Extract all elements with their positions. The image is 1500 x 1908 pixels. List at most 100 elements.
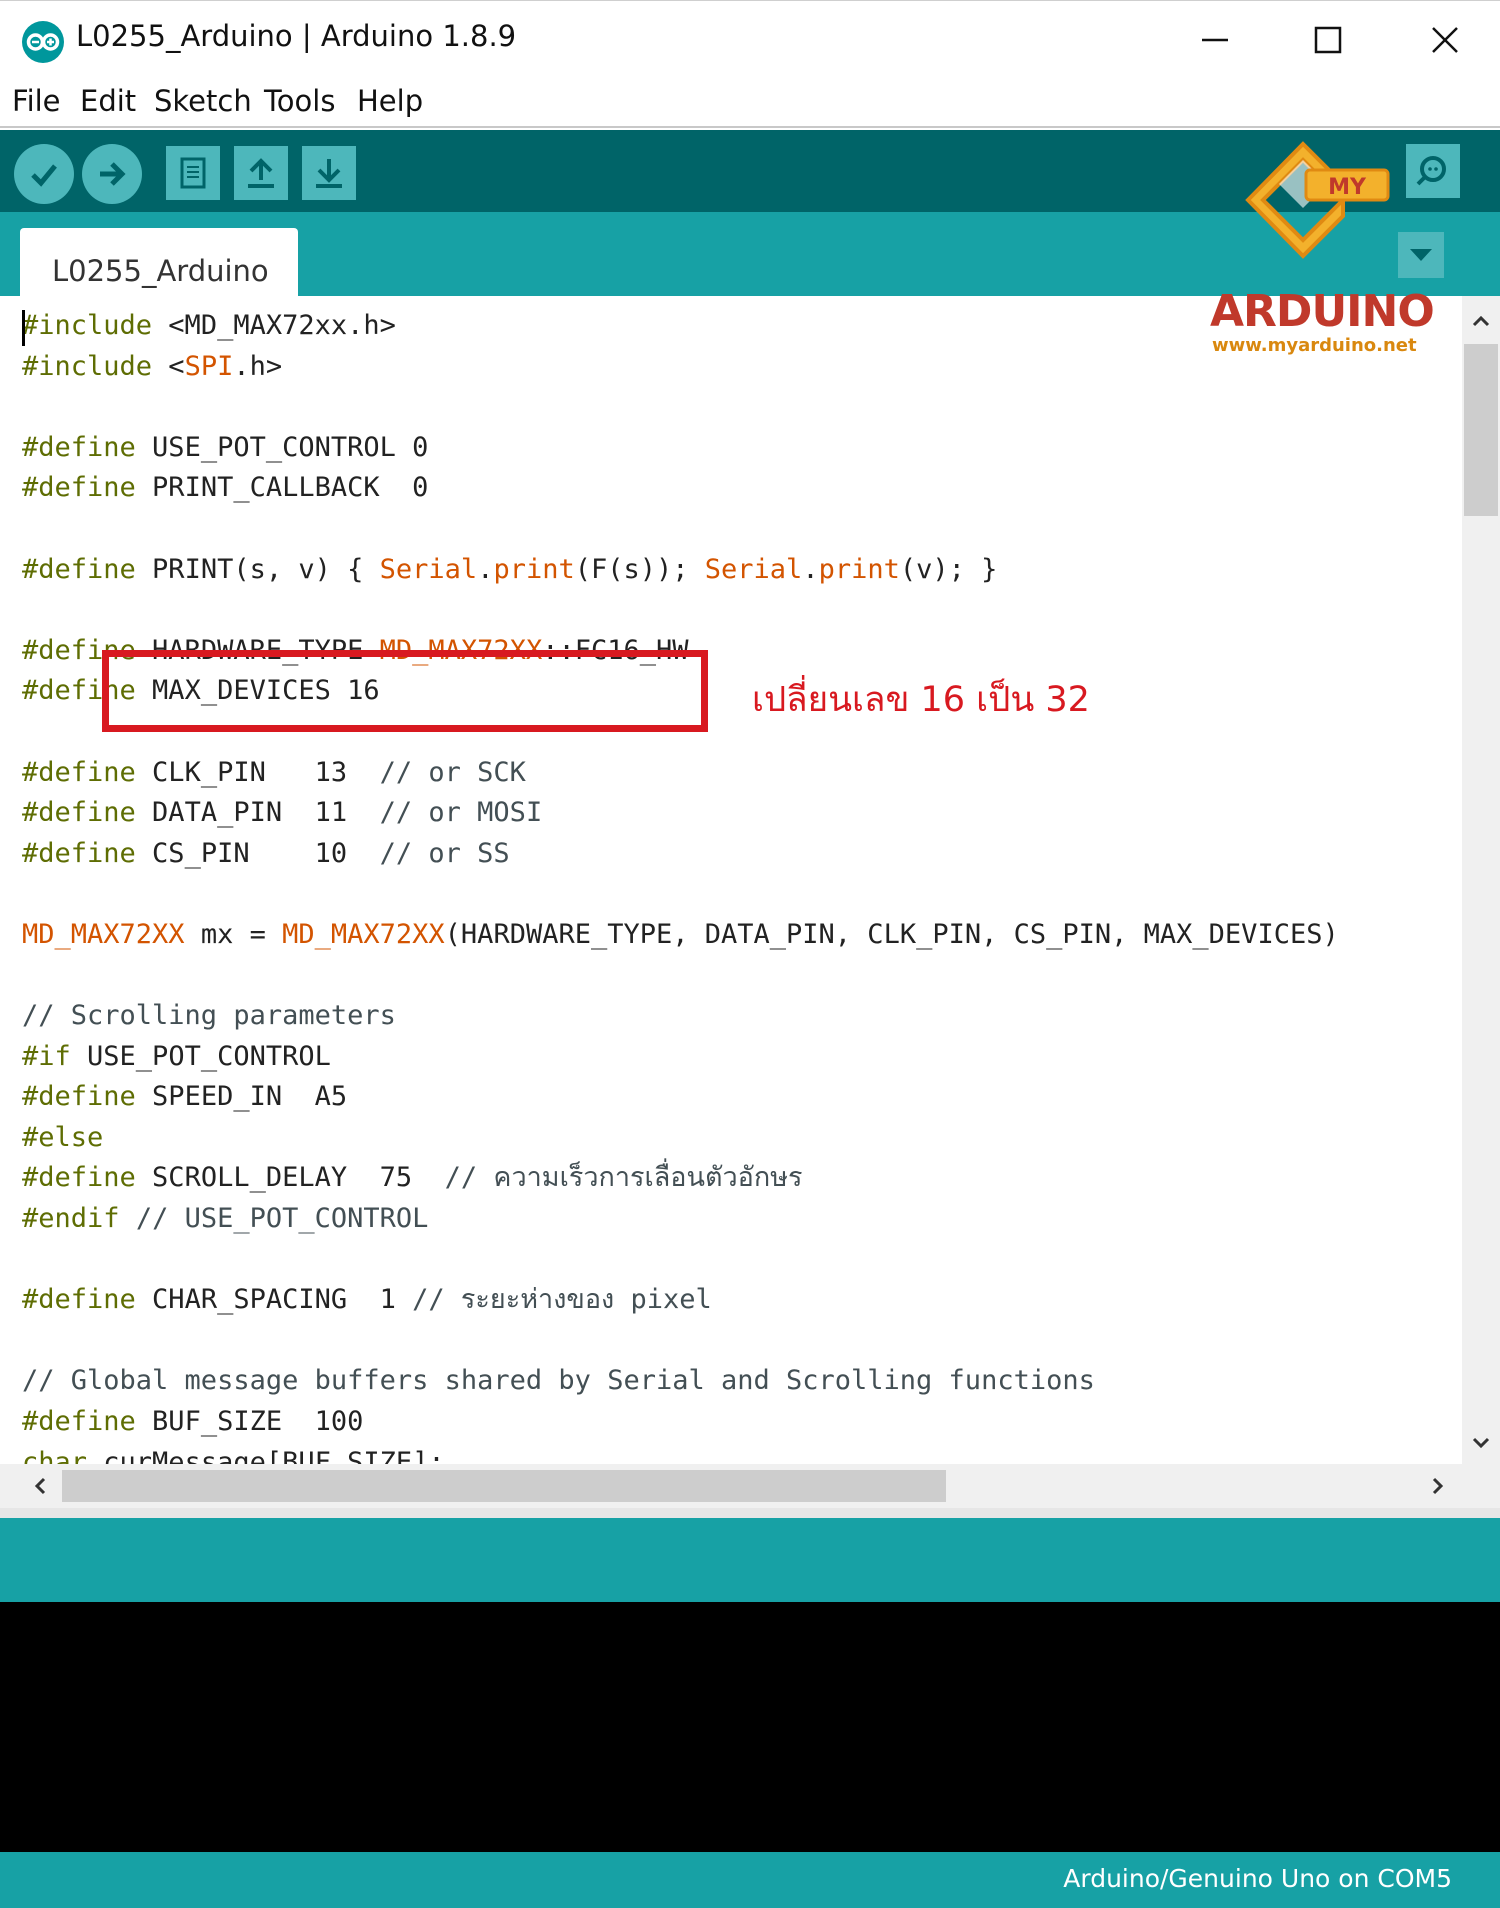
minimize-button[interactable] — [1185, 15, 1245, 65]
code-editor[interactable]: #include <MD_MAX72xx.h> #include <SPI.h> … — [0, 296, 1462, 1464]
code-line: #define PRINT_CALLBACK 0 — [22, 468, 1339, 509]
code-token: #define — [22, 756, 136, 788]
new-file-icon — [180, 157, 206, 189]
code-token: // ความเร็วการเลื่อนตัวอักษร — [444, 1162, 803, 1194]
code-line: #define SPEED_IN A5 — [22, 1077, 1339, 1118]
code-token: MD_MAX72XX — [22, 918, 185, 950]
arrow-right-icon — [100, 162, 126, 186]
new-sketch-button[interactable] — [166, 146, 220, 200]
code-token: // or SS — [379, 837, 510, 869]
code-line: MD_MAX72XX mx = MD_MAX72XX(HARDWARE_TYPE… — [22, 915, 1339, 956]
open-button[interactable] — [234, 146, 288, 200]
code-token: // ระยะห่างของ pixel — [412, 1284, 712, 1316]
code-line: // Global message buffers shared by Seri… — [22, 1361, 1339, 1402]
maximize-button[interactable] — [1298, 15, 1358, 65]
logo-badge: MY — [1328, 175, 1367, 200]
code-token: // or MOSI — [379, 797, 543, 829]
message-area — [0, 1518, 1500, 1602]
code-token: (HARDWARE_TYPE, DATA_PIN, CLK_PIN, CS_PI… — [444, 918, 1339, 950]
scroll-left-button[interactable] — [22, 1470, 58, 1502]
code-token: mx = — [184, 918, 283, 950]
code-line: #else — [22, 1118, 1339, 1159]
code-token: print — [818, 553, 900, 585]
code-token: CLK_PIN 13 — [135, 756, 380, 788]
minimize-icon — [1202, 38, 1228, 42]
close-button[interactable] — [1415, 15, 1475, 65]
code-token: . — [802, 553, 819, 585]
magnifier-icon — [1416, 156, 1446, 186]
code-line: #define CHAR_SPACING 1 // ระยะห่างของ pi… — [22, 1280, 1339, 1321]
maximize-icon — [1314, 26, 1342, 54]
code-token: #define — [22, 797, 136, 829]
window-title: L0255_Arduino | Arduino 1.8.9 — [76, 19, 517, 53]
vertical-scrollbar[interactable] — [1462, 296, 1500, 1464]
code-token: USE_POT_CONTROL 0 — [135, 431, 429, 463]
code-token: #include — [22, 350, 153, 382]
code-token: #define — [22, 472, 136, 504]
menu-bar: File Edit Sketch Tools Help — [0, 78, 1500, 128]
code-token: MD_MAX72XX — [282, 918, 445, 950]
code-token: < — [152, 350, 185, 382]
code-line: #include <MD_MAX72xx.h> — [22, 306, 1339, 347]
code-token: PRINT(s, v) { — [135, 553, 380, 585]
code-token: Serial — [704, 553, 803, 585]
code-token: #endif — [22, 1203, 120, 1235]
code-token: curMessage[BUF_SIZE]; — [87, 1446, 445, 1464]
code-token: SCROLL_DELAY 75 — [135, 1162, 445, 1194]
code-token: // or SCK — [379, 756, 526, 788]
save-button[interactable] — [302, 146, 356, 200]
vertical-scroll-thumb[interactable] — [1464, 344, 1498, 516]
menu-sketch[interactable]: Sketch — [154, 84, 252, 118]
chevron-left-icon — [34, 1477, 46, 1495]
menu-file[interactable]: File — [12, 84, 61, 118]
code-line: #define USE_POT_CONTROL 0 — [22, 428, 1339, 469]
code-token: Serial — [379, 553, 478, 585]
panel-divider[interactable] — [0, 1508, 1500, 1518]
code-token: . — [477, 553, 494, 585]
checkmark-icon — [31, 164, 57, 187]
chevron-right-icon — [1432, 1477, 1444, 1495]
menu-help[interactable]: Help — [357, 84, 423, 118]
verify-button[interactable] — [14, 144, 74, 204]
code-token: #define — [22, 553, 136, 585]
arrow-down-icon — [316, 159, 342, 188]
code-token: // Global message buffers shared by Seri… — [22, 1365, 1095, 1397]
code-token: BUF_SIZE 100 — [135, 1406, 364, 1438]
annotation-highlight-box — [102, 650, 708, 732]
close-icon — [1432, 27, 1458, 53]
arrow-up-icon — [248, 158, 274, 188]
code-token: #if — [22, 1040, 71, 1072]
code-token: #define — [22, 1284, 136, 1316]
tab-l0255-arduino[interactable]: L0255_Arduino — [20, 228, 298, 296]
code-line: #define CLK_PIN 13 // or SCK — [22, 753, 1339, 794]
console-output[interactable] — [0, 1602, 1500, 1852]
menu-edit[interactable]: Edit — [80, 84, 136, 118]
code-token: #else — [22, 1121, 104, 1153]
scroll-right-button[interactable] — [1420, 1470, 1456, 1502]
scroll-up-button[interactable] — [1462, 306, 1500, 336]
code-token: // Scrolling parameters — [22, 1000, 396, 1032]
code-token: USE_POT_CONTROL — [70, 1040, 331, 1072]
code-line: #endif // USE_POT_CONTROL — [22, 1199, 1339, 1240]
code-token: CHAR_SPACING 1 — [135, 1284, 413, 1316]
horizontal-scrollbar[interactable] — [0, 1464, 1500, 1508]
footer-bar: Arduino/Genuino Uno on COM5 — [0, 1852, 1500, 1908]
code-token: char — [22, 1446, 88, 1464]
menu-tools[interactable]: Tools — [264, 84, 335, 118]
code-token: #define — [22, 431, 136, 463]
code-line: #define PRINT(s, v) { Serial.print(F(s))… — [22, 550, 1339, 591]
text-caret — [22, 310, 25, 346]
code-line: #define BUF_SIZE 100 — [22, 1402, 1339, 1443]
scroll-down-button[interactable] — [1462, 1428, 1500, 1458]
upload-button[interactable] — [82, 144, 142, 204]
code-token: CS_PIN 10 — [135, 837, 380, 869]
code-line: #define SCROLL_DELAY 75 // ความเร็วการเล… — [22, 1158, 1339, 1199]
code-line: #if USE_POT_CONTROL — [22, 1037, 1339, 1078]
arduino-app-icon — [22, 21, 64, 63]
horizontal-scroll-thumb[interactable] — [62, 1470, 946, 1502]
